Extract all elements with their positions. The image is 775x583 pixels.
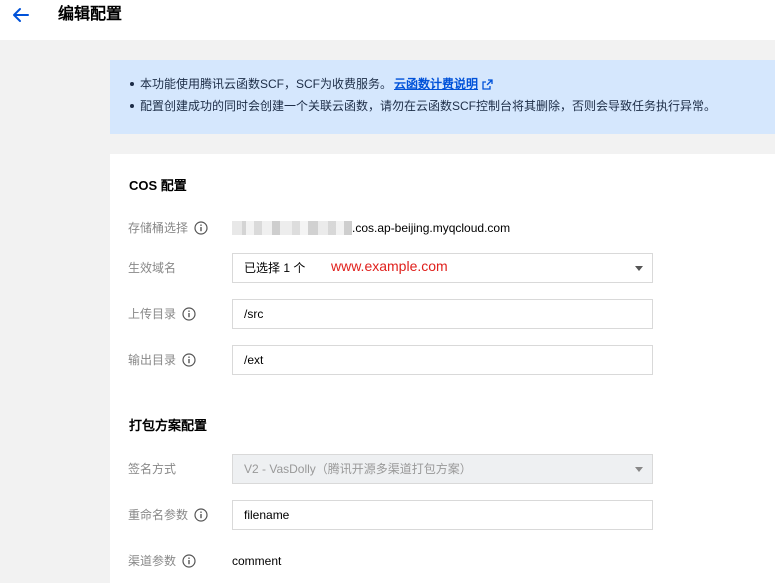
config-form-card: COS 配置 存储桶选择 .cos.ap-beijing.myqcloud.co… <box>110 154 775 583</box>
page-title: 编辑配置 <box>58 6 123 23</box>
sign-method-label: 签名方式 <box>128 462 177 476</box>
chevron-down-icon <box>635 467 643 472</box>
info-icon[interactable] <box>182 307 196 325</box>
upload-dir-label-text: 上传目录 <box>128 307 177 321</box>
output-dir-label: 输出目录 <box>128 352 196 371</box>
rename-param-input[interactable]: filename <box>232 500 653 530</box>
info-icon[interactable] <box>182 554 196 572</box>
cos-section-title: COS 配置 <box>129 178 187 193</box>
top-bar: 编辑配置 <box>0 0 775 40</box>
sign-method-select: V2 - VasDolly（腾讯开源多渠道打包方案） <box>232 454 653 484</box>
domain-annotation: www.example.com <box>331 258 448 274</box>
channel-param-label-text: 渠道参数 <box>128 554 177 568</box>
upload-dir-input[interactable]: /src <box>232 299 653 329</box>
bucket-suffix: .cos.ap-beijing.myqcloud.com <box>352 221 511 235</box>
bucket-label: 存储桶选择 <box>128 220 208 239</box>
external-link-icon[interactable] <box>482 78 493 94</box>
redacted-bucket-name <box>232 221 352 235</box>
packaging-section-title: 打包方案配置 <box>129 418 208 433</box>
notice-line-billing: 本功能使用腾讯云函数SCF，SCF为收费服务。 云函数计费说明 <box>130 76 775 98</box>
notice-billing-text: 本功能使用腾讯云函数SCF，SCF为收费服务。 <box>140 77 393 91</box>
bucket-value: .cos.ap-beijing.myqcloud.com <box>232 220 510 236</box>
info-icon[interactable] <box>194 221 208 239</box>
bucket-label-text: 存储桶选择 <box>128 221 189 235</box>
notice-banner: 本功能使用腾讯云函数SCF，SCF为收费服务。 云函数计费说明 配置创建成功的同时… <box>110 60 775 134</box>
domain-select[interactable]: 已选择 1 个 www.example.com <box>232 253 653 283</box>
billing-doc-link[interactable]: 云函数计费说明 <box>394 77 478 91</box>
output-dir-input[interactable]: /ext <box>232 345 653 375</box>
channel-param-label: 渠道参数 <box>128 553 196 572</box>
rename-param-label-text: 重命名参数 <box>128 508 189 522</box>
chevron-down-icon <box>635 266 643 271</box>
info-icon[interactable] <box>194 508 208 526</box>
domain-select-value: 已选择 1 个 <box>244 261 306 275</box>
upload-dir-label: 上传目录 <box>128 306 196 325</box>
back-arrow-icon[interactable] <box>10 4 32 26</box>
notice-warning-text: 配置创建成功的同时会创建一个关联云函数，请勿在云函数SCF控制台将其删除，否则会… <box>140 99 717 113</box>
sign-method-value: V2 - VasDolly（腾讯开源多渠道打包方案） <box>244 462 472 476</box>
channel-param-value: comment <box>232 554 282 568</box>
rename-param-label: 重命名参数 <box>128 507 208 526</box>
domain-label: 生效域名 <box>128 261 177 275</box>
output-dir-label-text: 输出目录 <box>128 353 177 367</box>
info-icon[interactable] <box>182 353 196 371</box>
notice-line-warning: 配置创建成功的同时会创建一个关联云函数，请勿在云函数SCF控制台将其删除，否则会… <box>130 98 775 120</box>
